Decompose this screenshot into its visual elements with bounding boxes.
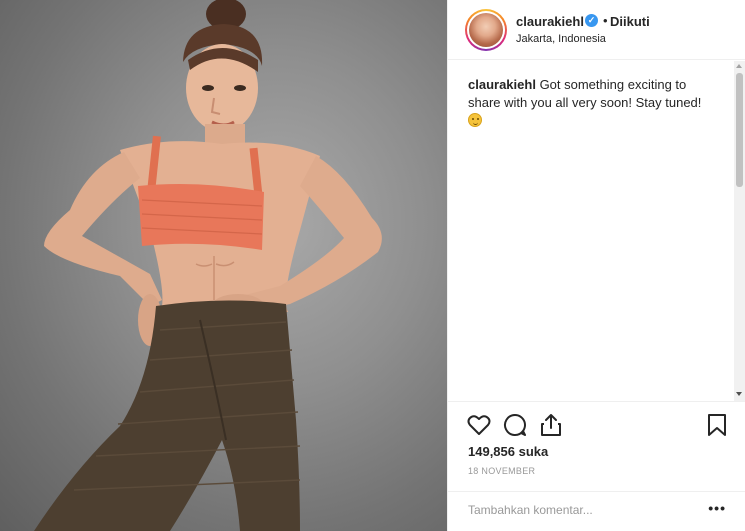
caption: claurakiehl Got something exciting to sh…	[468, 76, 708, 130]
separator-dot: •	[603, 13, 608, 28]
caption-username-link[interactable]: claurakiehl	[468, 77, 536, 92]
like-count[interactable]: 149,856 suka	[468, 444, 548, 459]
share-icon[interactable]	[538, 412, 564, 438]
scroll-thumb[interactable]	[736, 73, 743, 187]
scroll-down-arrow-icon[interactable]	[736, 392, 742, 396]
comments-scrollbar[interactable]	[734, 61, 745, 401]
wink-face-emoji-icon	[468, 113, 482, 127]
comment-form: •••	[448, 491, 745, 531]
following-button[interactable]: Diikuti	[610, 14, 650, 29]
bookmark-icon[interactable]	[704, 412, 730, 438]
more-options-button[interactable]: •••	[708, 500, 726, 516]
comment-bubble-icon[interactable]	[502, 412, 528, 438]
post-photo[interactable]	[0, 0, 447, 531]
action-bar: 149,856 suka 18 NOVEMBER	[448, 401, 745, 491]
comments-area[interactable]: claurakiehl Got something exciting to sh…	[448, 60, 745, 400]
post-photo-illustration	[34, 0, 382, 531]
post-header: claurakiehl ✓ • Diikuti Jakarta, Indones…	[448, 0, 745, 60]
verified-badge-icon: ✓	[585, 14, 598, 27]
heart-icon[interactable]	[466, 412, 492, 438]
location-link[interactable]: Jakarta, Indonesia	[516, 33, 606, 45]
comment-input[interactable]	[468, 500, 688, 520]
avatar-image	[469, 13, 503, 47]
post-date[interactable]: 18 NOVEMBER	[468, 466, 535, 476]
post-detail-panel: claurakiehl ✓ • Diikuti Jakarta, Indones…	[447, 0, 745, 531]
avatar[interactable]	[465, 9, 507, 51]
scroll-up-arrow-icon[interactable]	[736, 64, 742, 68]
username-link[interactable]: claurakiehl	[516, 14, 584, 29]
